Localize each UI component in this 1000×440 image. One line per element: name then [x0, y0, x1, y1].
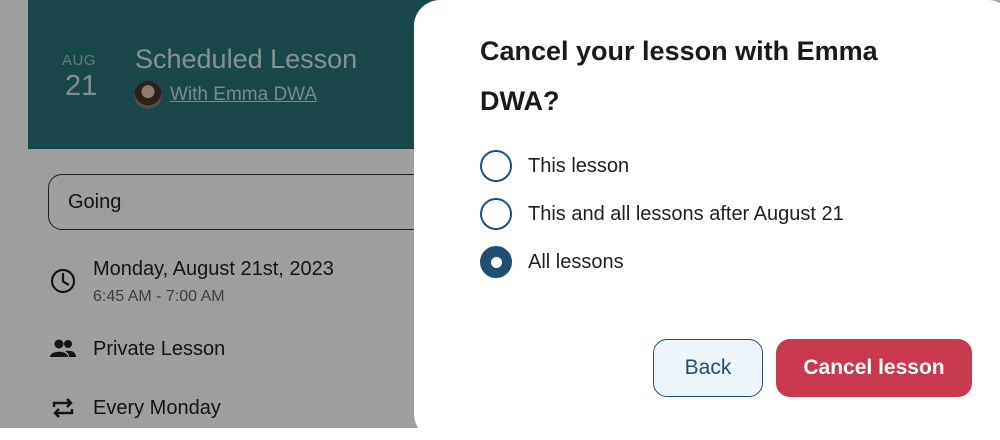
radio-all-lessons[interactable] [480, 246, 512, 278]
option-label: This and all lessons after August 21 [528, 202, 844, 225]
option-label: This lesson [528, 154, 630, 177]
radio-this-lesson[interactable] [480, 150, 512, 182]
option-label: All lessons [528, 250, 624, 273]
option-this-and-following[interactable]: This and all lessons after August 21 [480, 196, 844, 232]
radio-this-and-following[interactable] [480, 198, 512, 230]
back-button[interactable]: Back [653, 339, 763, 397]
dialog-title: Cancel your lesson with Emma DWA? [480, 36, 878, 116]
option-all-lessons[interactable]: All lessons [480, 244, 624, 280]
cancel-lesson-button[interactable]: Cancel lesson [776, 339, 972, 397]
option-this-lesson[interactable]: This lesson [480, 148, 629, 184]
